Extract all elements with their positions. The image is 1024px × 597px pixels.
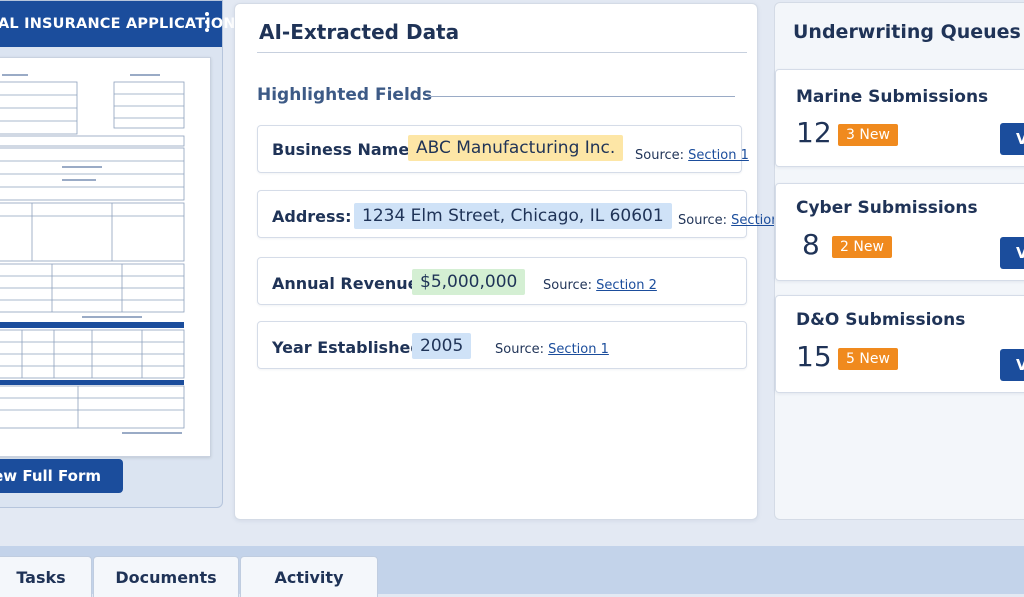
form-preview-thumbnail[interactable] [0, 57, 211, 457]
queue-count: 12 [796, 116, 832, 149]
application-header: AL INSURANCE APPLICATION [0, 1, 236, 47]
field-address: Address: 1234 Elm Street, Chicago, IL 60… [257, 190, 792, 238]
divider [427, 96, 735, 97]
field-label: Year Established: [272, 338, 429, 357]
field-value: $5,000,000 [412, 269, 526, 295]
field-source: Source: Section 1 [495, 342, 609, 357]
queue-name: Cyber Submissions [796, 198, 978, 218]
application-panel: AL INSURANCE APPLICATION w Full Form [0, 0, 236, 508]
view-queue-button[interactable]: V [1000, 123, 1024, 155]
field-source: Source: Section 2 [543, 278, 657, 293]
field-value: 1234 Elm Street, Chicago, IL 60601 [354, 203, 672, 229]
extracted-data-panel: AI-Extracted Data Highlighted Fields Bus… [234, 3, 792, 520]
field-label: Annual Revenue: [272, 274, 425, 293]
new-badge: 2 New [832, 236, 892, 258]
field-label: Address: [272, 207, 352, 226]
field-annual-revenue: Annual Revenue: $5,000,000 Source: Secti… [257, 257, 747, 305]
view-queue-button[interactable]: V [1000, 237, 1024, 269]
field-value: ABC Manufacturing Inc. [408, 135, 624, 161]
source-link[interactable]: Section 1 [548, 342, 609, 357]
section-title: Highlighted Fields [257, 85, 433, 105]
field-source: Source: Section 1 [635, 148, 749, 163]
queue-name: Marine Submissions [796, 87, 989, 107]
panel-title: AI-Extracted Data [259, 20, 460, 44]
tab-documents[interactable]: Documents [93, 556, 239, 597]
application-title: AL INSURANCE APPLICATION [0, 16, 236, 32]
field-year-established: Year Established: 2005 Source: Section 1 [257, 321, 747, 369]
new-badge: 3 New [838, 124, 898, 146]
new-badge: 5 New [838, 348, 898, 370]
tab-tasks[interactable]: Tasks [0, 556, 92, 597]
form-preview-graphic [0, 74, 185, 434]
queue-cyber[interactable]: Cyber Submissions 8 2 New V [775, 183, 1024, 281]
queue-count: 15 [796, 340, 832, 373]
view-full-form-button[interactable]: View Full Form [0, 459, 123, 493]
source-link[interactable]: Section 1 [688, 148, 749, 163]
divider [257, 52, 747, 53]
tab-activity[interactable]: Activity [240, 556, 378, 597]
panel-title: Underwriting Queues [793, 21, 1021, 43]
kebab-menu-icon[interactable] [202, 12, 212, 36]
field-business-name: Business Name: ABC Manufacturing Inc. So… [257, 125, 749, 173]
underwriting-queues-panel: Underwriting Queues Marine Submissions 1… [774, 2, 1024, 520]
queue-dando[interactable]: D&O Submissions 15 5 New V [775, 295, 1024, 393]
field-label: Business Name: [272, 140, 416, 159]
field-value: 2005 [412, 333, 472, 359]
queue-name: D&O Submissions [796, 310, 966, 330]
view-queue-button[interactable]: V [1000, 349, 1024, 381]
queue-count: 8 [802, 228, 820, 261]
source-link[interactable]: Section 2 [596, 278, 657, 293]
queue-marine[interactable]: Marine Submissions 12 3 New V [775, 69, 1024, 167]
